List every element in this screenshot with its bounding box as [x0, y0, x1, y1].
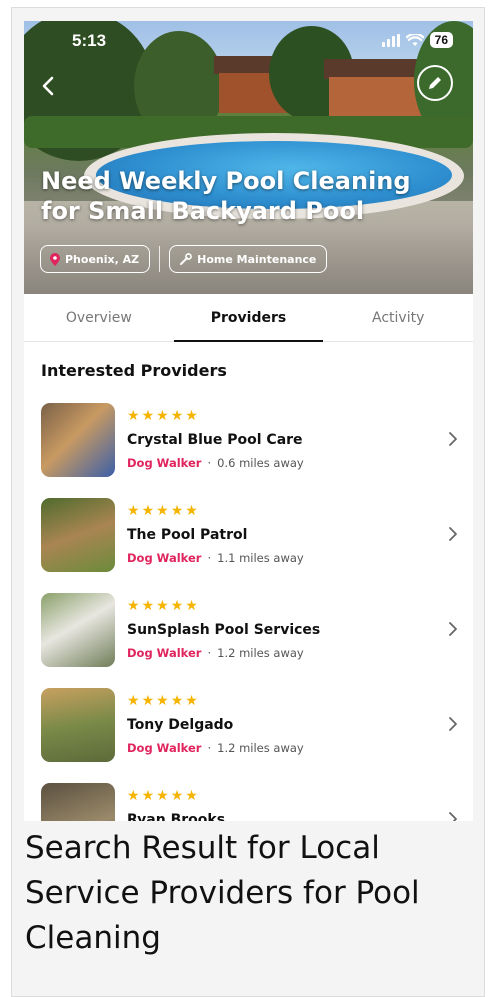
star-icon: ★: [170, 503, 184, 519]
chevron-right-icon: [449, 717, 457, 731]
star-icon: ★: [127, 788, 140, 804]
provider-avatar: [41, 688, 115, 762]
star-icon: ★: [185, 598, 198, 614]
provider-row[interactable]: ★ ★ ★ ★ ★ The Pool Patrol Dog Walker · 1.1 m…: [24, 498, 473, 574]
star-icon: ★: [170, 693, 184, 709]
provider-row[interactable]: ★ ★ ★ ★ ★ Ryan Brooks: [24, 783, 473, 821]
provider-distance: 1.1 miles away: [217, 551, 304, 565]
meta-separator: ·: [207, 646, 212, 660]
provider-name: Tony Delgado: [127, 717, 234, 733]
phone-screen: 5:13 76 Need Weekly Pool Cleaning for Sm…: [24, 21, 473, 821]
tab-bar: Overview Providers Activity: [24, 294, 473, 342]
location-chip[interactable]: Phoenix, AZ: [40, 245, 151, 273]
category-chip[interactable]: Home Maintenance: [169, 245, 328, 273]
provider-role: Dog Walker: [127, 646, 202, 660]
star-icon: ★: [141, 598, 155, 614]
star-icon: ★: [156, 693, 169, 709]
rating-stars: ★ ★ ★ ★ ★: [127, 504, 198, 518]
provider-meta: Dog Walker · 1.1 miles away: [127, 551, 304, 565]
provider-meta: Dog Walker · 0.6 miles away: [127, 456, 304, 470]
request-title: Need Weekly Pool Cleaning for Small Back…: [41, 167, 411, 225]
request-chips: Phoenix, AZ Home Maintenance: [40, 245, 328, 273]
provider-row[interactable]: ★ ★ ★ ★ ★ SunSplash Pool Services Dog Walker…: [24, 593, 473, 669]
wrench-icon: [180, 252, 193, 265]
star-icon: ★: [156, 598, 169, 614]
provider-role: Dog Walker: [127, 741, 202, 755]
chip-divider: [159, 246, 161, 272]
status-icons: 76: [381, 32, 453, 48]
chevron-left-icon: [42, 76, 54, 96]
location-chip-label: Phoenix, AZ: [65, 252, 140, 266]
rating-stars: ★ ★ ★ ★ ★: [127, 694, 198, 708]
star-icon: ★: [141, 788, 155, 804]
star-icon: ★: [185, 788, 198, 804]
meta-separator: ·: [207, 741, 212, 755]
provider-role: Dog Walker: [127, 551, 202, 565]
tab-overview[interactable]: Overview: [24, 294, 174, 341]
provider-avatar: [41, 498, 115, 572]
star-icon: ★: [185, 408, 198, 424]
meta-separator: ·: [207, 456, 212, 470]
provider-avatar: [41, 403, 115, 477]
back-button[interactable]: [36, 73, 62, 99]
screenshot-caption: Search Result for Local Service Provider…: [25, 830, 420, 956]
pencil-icon: [429, 77, 441, 89]
battery-indicator: 76: [429, 32, 453, 48]
star-icon: ★: [127, 598, 140, 614]
provider-avatar: [41, 593, 115, 667]
provider-distance: 1.2 miles away: [217, 646, 304, 660]
star-icon: ★: [156, 503, 169, 519]
provider-row[interactable]: ★ ★ ★ ★ ★ Tony Delgado Dog Walker · 1.2 mile…: [24, 688, 473, 764]
star-icon: ★: [170, 408, 184, 424]
star-icon: ★: [127, 408, 140, 424]
provider-distance: 1.2 miles away: [217, 741, 304, 755]
wifi-icon: [405, 33, 424, 46]
tab-providers[interactable]: Providers: [173, 294, 324, 342]
provider-distance: 0.6 miles away: [217, 456, 304, 470]
cellular-signal-icon: [381, 33, 400, 47]
star-icon: ★: [141, 503, 155, 519]
star-icon: ★: [170, 788, 184, 804]
provider-name: Crystal Blue Pool Care: [127, 432, 303, 448]
provider-name: Ryan Brooks: [127, 812, 226, 821]
star-icon: ★: [156, 788, 169, 804]
star-icon: ★: [141, 693, 155, 709]
star-icon: ★: [141, 408, 155, 424]
location-pin-icon: [50, 252, 60, 266]
star-icon: ★: [127, 693, 140, 709]
provider-name: The Pool Patrol: [127, 527, 248, 543]
rating-stars: ★ ★ ★ ★ ★: [127, 789, 198, 803]
chevron-right-icon: [449, 432, 457, 446]
star-icon: ★: [185, 693, 198, 709]
provider-meta: Dog Walker · 1.2 miles away: [127, 741, 304, 755]
status-time: 5:13: [72, 31, 107, 50]
chevron-right-icon: [449, 622, 457, 636]
provider-meta: Dog Walker · 1.2 miles away: [127, 646, 304, 660]
provider-avatar: [41, 783, 115, 821]
provider-role: Dog Walker: [127, 456, 202, 470]
category-chip-label: Home Maintenance: [197, 252, 317, 266]
star-icon: ★: [156, 408, 169, 424]
provider-name: SunSplash Pool Services: [127, 622, 321, 638]
hero-banner: 5:13 76 Need Weekly Pool Cleaning for Sm…: [24, 21, 473, 294]
star-icon: ★: [127, 503, 140, 519]
provider-row[interactable]: ★ ★ ★ ★ ★ Crystal Blue Pool Care Dog Walker …: [24, 403, 473, 479]
star-icon: ★: [185, 503, 198, 519]
tab-activity[interactable]: Activity: [323, 294, 473, 341]
star-icon: ★: [170, 598, 184, 614]
chevron-right-icon: [449, 812, 457, 821]
section-title: Interested Providers: [41, 361, 227, 380]
meta-separator: ·: [207, 551, 212, 565]
rating-stars: ★ ★ ★ ★ ★: [127, 599, 198, 613]
chevron-right-icon: [449, 527, 457, 541]
edit-button[interactable]: [417, 65, 453, 101]
rating-stars: ★ ★ ★ ★ ★: [127, 409, 198, 423]
